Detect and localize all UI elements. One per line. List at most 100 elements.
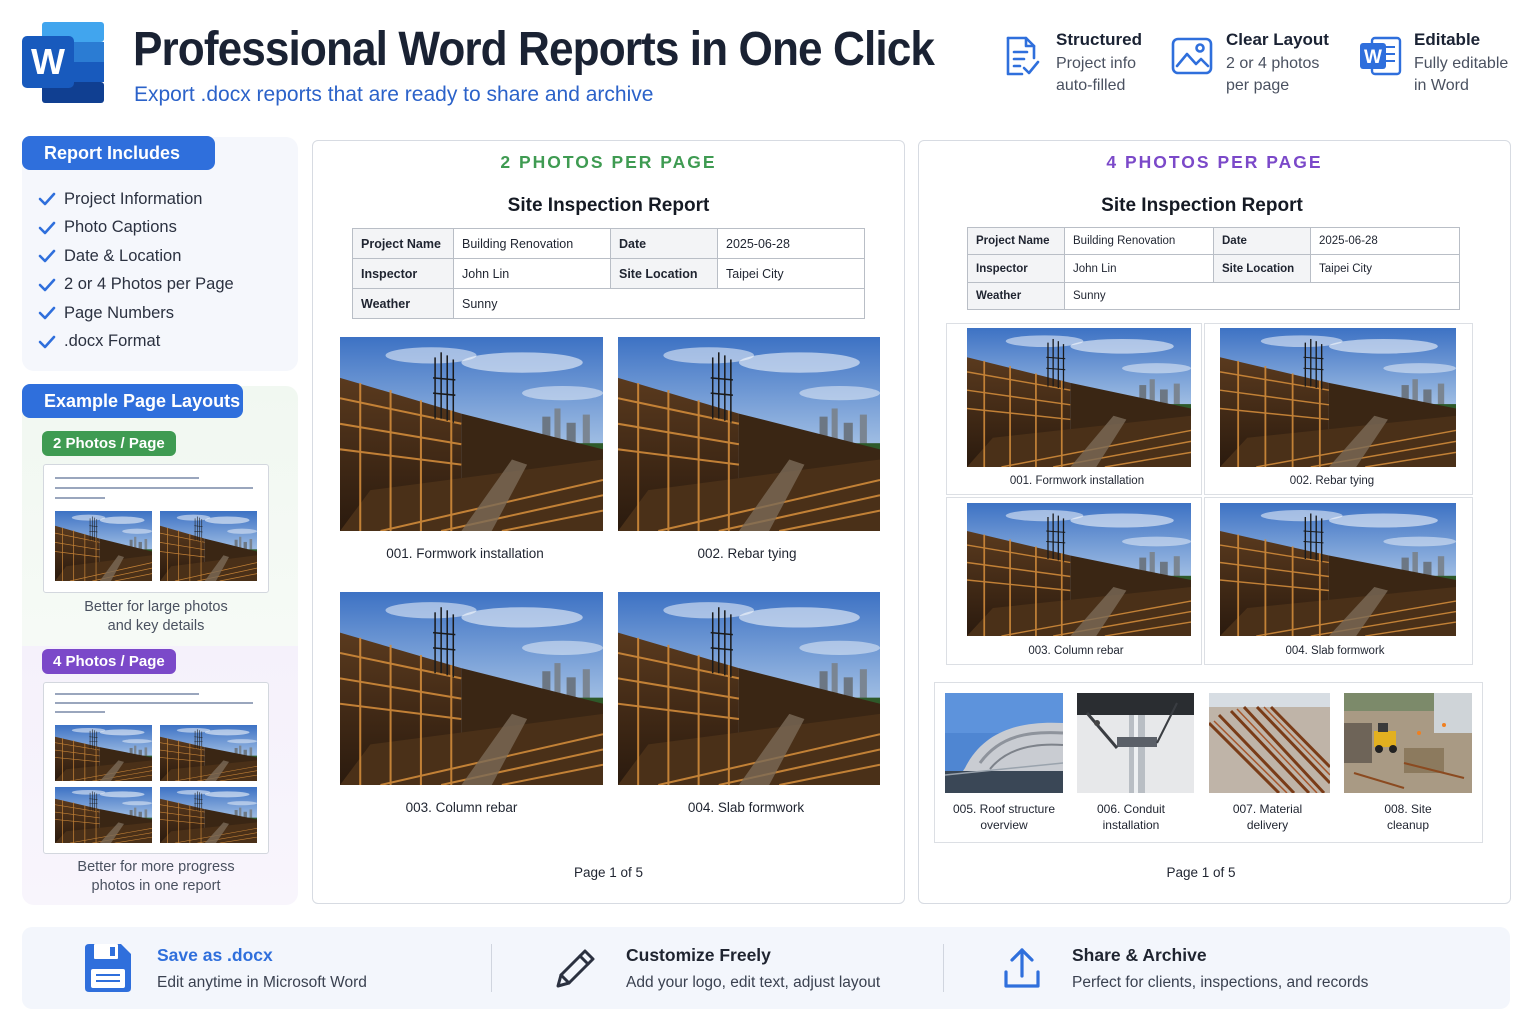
site-photo[interactable] [1220,503,1456,636]
feature-editable: W Editable Fully editable in Word [1358,30,1508,97]
section-heading-four: 4 PHOTOS PER PAGE [1106,152,1323,172]
table-value: 2025-06-28 [1310,227,1460,255]
photo-caption: 003. Column rebar [1028,645,1124,657]
thumbnail-photo [160,787,257,843]
layout-caption-four: Better for more progress photos in one r… [77,859,235,894]
feature-desc: Fully editable [1414,55,1509,72]
table-label: Inspector [967,254,1065,283]
upload-icon [996,942,1052,998]
document-check-icon [1000,34,1044,78]
bottom-item-desc: Perfect for clients, inspections, and re… [1072,974,1369,991]
photo-caption: 003. Column rebar [405,800,518,815]
site-photo[interactable] [618,592,880,785]
table-value: Building Renovation [453,228,611,259]
photo-caption: 004. Slab formwork [687,800,805,815]
table-value: Sunny [1064,282,1460,310]
svg-text:W: W [1364,47,1382,68]
list-item-label: Date & Location [64,246,182,265]
page-number: Page 1 of 5 [1166,865,1236,880]
list-item: 2 or 4 Photos per Page [38,271,234,300]
check-icon [38,306,56,320]
site-photo[interactable] [967,503,1191,636]
pencil-icon [550,942,606,998]
layout-thumbnail-four[interactable] [43,682,269,854]
report-title: Site Inspection Report [507,195,710,216]
thumbnail-photo [55,725,152,781]
check-icon [38,335,56,349]
photo-caption: 002. Rebar tying [697,546,797,561]
project-info-table: Project Name Building Renovation Date 20… [352,228,865,319]
table-label: Date [1213,227,1311,255]
photo-caption: 005. Roof structure overview [952,802,1056,832]
table-label: Project Name [967,227,1065,255]
feature-desc: Project info [1056,55,1137,72]
photo-caption: 004. Slab formwork [1285,645,1385,657]
page-subtitle: Export .docx reports that are ready to s… [134,83,654,106]
table-value: Taipei City [717,258,865,289]
list-item-label: Page Numbers [64,303,175,322]
layout-caption-two: Better for large photos and key details [84,599,228,634]
list-item-label: 2 or 4 Photos per Page [64,275,234,294]
bottom-item-customize: Customize Freely Add your logo, edit tex… [550,942,880,998]
table-label: Inspector [352,258,454,289]
photo-caption: 001. Formwork installation [1009,475,1145,487]
bottom-item-share: Share & Archive Perfect for clients, ins… [996,942,1368,998]
example-layouts-title: Example Page Layouts [22,384,243,418]
photo-caption: 002. Rebar tying [1289,475,1375,487]
bottom-item-desc: Edit anytime in Microsoft Word [157,974,367,991]
site-photo[interactable] [340,337,603,531]
check-icon [38,278,56,292]
site-photo[interactable] [1220,328,1456,467]
feature-desc: in Word [1414,77,1469,94]
site-photo[interactable] [618,337,880,531]
table-value: Sunny [453,288,865,319]
table-label: Weather [967,282,1065,310]
word-icon: W [1358,34,1402,78]
table-label: Weather [352,288,454,319]
table-value: Taipei City [1310,254,1460,283]
table-value: John Lin [1064,254,1214,283]
table-value: Building Renovation [1064,227,1214,255]
site-photo-cleanup[interactable] [1344,693,1472,793]
layout-thumbnail-two[interactable] [43,464,269,593]
feature-title: Clear Layout [1226,30,1329,49]
site-photo[interactable] [340,592,603,785]
page-title: Professional Word Reports in One Click [133,23,935,76]
site-photo[interactable] [967,328,1191,467]
feature-desc: per page [1226,77,1290,94]
list-item: .docx Format [38,328,234,357]
photo-caption: 007. Material delivery [1232,802,1303,832]
thumbnail-photo [160,725,257,781]
section-heading-two: 2 PHOTOS PER PAGE [500,152,717,172]
feature-structured: Structured Project info auto-filled [1000,30,1142,97]
table-value: John Lin [453,258,611,289]
feature-title: Structured [1056,30,1142,49]
image-icon [1170,34,1214,78]
bottom-item-desc: Add your logo, edit text, adjust layout [626,974,881,991]
list-item: Date & Location [38,242,234,271]
floppy-disk-icon [81,942,137,998]
photo-caption: 001. Formwork installation [386,546,544,561]
tag-four-photos: 4 Photos / Page [42,649,176,674]
list-item-label: Photo Captions [64,218,177,237]
report-title: Site Inspection Report [1101,195,1303,216]
site-photo-conduit[interactable] [1077,693,1194,793]
bottom-item-title: Customize Freely [626,945,771,965]
feature-clear-layout: Clear Layout 2 or 4 photos per page [1170,30,1329,97]
table-label: Site Location [1213,254,1311,283]
table-value: 2025-06-28 [717,228,865,259]
site-photo-material[interactable] [1209,693,1330,793]
photo-caption: 006. Conduit installation [1096,802,1166,832]
bottom-item-title: Share & Archive [1072,945,1207,965]
thumbnail-photo [55,511,152,581]
feature-desc: auto-filled [1056,77,1126,94]
list-item: Photo Captions [38,214,234,243]
word-logo-icon: W [20,22,106,104]
bottom-item-title: Save as .docx [157,945,273,965]
check-icon [38,249,56,263]
feature-title: Editable [1414,30,1481,49]
project-info-table: Project Name Building Renovation Date 20… [967,227,1460,310]
feature-desc: 2 or 4 photos [1226,55,1320,72]
svg-text:W: W [31,41,65,82]
site-photo-roof[interactable] [945,693,1063,793]
